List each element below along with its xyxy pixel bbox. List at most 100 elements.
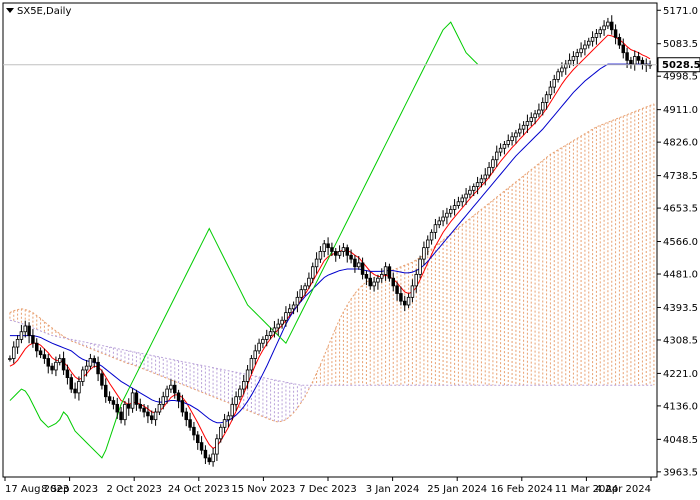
- candle-body: [199, 442, 204, 451]
- candle-body: [514, 132, 518, 138]
- candle-body: [422, 247, 426, 260]
- candle-body: [510, 136, 514, 142]
- candle-body: [479, 178, 484, 184]
- candle-body: [219, 426, 223, 440]
- candle-body: [506, 140, 510, 145]
- candle-body: [253, 350, 257, 359]
- candle-body: [115, 403, 119, 413]
- candle-body: [560, 67, 564, 73]
- candle-body: [395, 285, 399, 294]
- candle-body: [330, 247, 334, 252]
- candle-body: [142, 407, 146, 413]
- candle-body: [487, 166, 491, 176]
- candle-body: [169, 384, 173, 390]
- y-tick-label: 4136.0: [663, 401, 698, 412]
- candle-body: [157, 403, 162, 413]
- candle-body: [579, 48, 583, 54]
- candle-body: [96, 361, 100, 375]
- candle-body: [495, 151, 499, 161]
- candle-body: [629, 59, 633, 65]
- candle-body: [314, 258, 319, 268]
- candle-body: [50, 365, 54, 371]
- candle-body: [119, 411, 123, 421]
- x-tick-label: 24 Oct 2023: [168, 484, 230, 495]
- candle-body: [222, 419, 227, 428]
- candle-body: [284, 312, 288, 321]
- candle-body: [180, 400, 185, 413]
- candle-body: [276, 323, 280, 329]
- candle-body: [518, 128, 522, 134]
- y-axis: 5171.0 5083.5 4998.5 4911.0 4826.0 4738.5 4653…: [657, 6, 698, 478]
- candle-body: [318, 251, 323, 260]
- candle-body: [23, 325, 27, 333]
- candle-body: [533, 113, 537, 119]
- candle-body: [449, 209, 453, 214]
- candle-body: [525, 121, 530, 126]
- candle-body: [15, 338, 20, 348]
- candle-body: [127, 403, 131, 409]
- candle-body: [372, 281, 376, 287]
- y-tick-label: 4998.5: [663, 72, 698, 83]
- candle-body: [12, 346, 16, 359]
- candle-body: [360, 262, 365, 275]
- chart-title: SX5E,Daily: [17, 6, 71, 17]
- candle-body: [391, 277, 395, 287]
- candle-body: [341, 247, 346, 252]
- candle-body: [456, 201, 461, 206]
- candle-body: [552, 79, 556, 88]
- candle-body: [8, 358, 12, 360]
- candle-body: [138, 403, 142, 409]
- candle-body: [123, 403, 127, 421]
- candle-body: [42, 354, 47, 359]
- candle-body: [234, 396, 238, 405]
- candle-body: [460, 197, 464, 203]
- candle-body: [134, 392, 139, 405]
- y-tick-label: 4738.5: [663, 171, 698, 182]
- candle-body: [161, 396, 165, 405]
- candle-body: [437, 220, 441, 226]
- candle-body: [567, 59, 572, 65]
- candle-body: [625, 52, 629, 61]
- candle-body: [188, 419, 192, 428]
- candle-body: [548, 86, 553, 96]
- x-tick-label: 25 Jan 2024: [427, 484, 487, 495]
- candle-body: [414, 274, 418, 287]
- candle-body: [452, 205, 457, 210]
- candle-body: [541, 101, 545, 111]
- candle-body: [410, 285, 415, 298]
- y-tick-label: 4481.0: [663, 270, 698, 281]
- candle-body: [529, 117, 533, 122]
- candle-body: [61, 358, 66, 371]
- price-tag-group: 5028.5: [657, 57, 700, 73]
- y-tick-label: 4393.5: [663, 303, 698, 314]
- candle-body: [307, 277, 311, 287]
- x-tick-label: 15 Nov 2023: [231, 484, 295, 495]
- chart-svg: 5171.0 5083.5 4998.5 4911.0 4826.0 4738.5 4653…: [2, 2, 700, 495]
- x-tick-label: 4 Apr 2024: [596, 484, 651, 495]
- candle-body: [491, 159, 495, 168]
- current-price-label: 5028.5: [662, 60, 700, 71]
- chart-container: 5171.0 5083.5 4998.5 4911.0 4826.0 4738.5 4653…: [0, 0, 700, 500]
- candle-body: [610, 21, 614, 31]
- candle-body: [468, 189, 472, 195]
- y-tick-label: 4566.0: [663, 237, 698, 248]
- candle-body: [418, 258, 422, 275]
- candle-body: [445, 212, 449, 218]
- candle-body: [84, 365, 89, 371]
- candle-body: [272, 327, 277, 333]
- candle-body: [606, 21, 610, 27]
- candle-body: [280, 319, 284, 325]
- y-tick-label: 4826.0: [663, 138, 698, 149]
- y-tick-label: 4048.5: [663, 435, 698, 446]
- candle-body: [399, 293, 403, 302]
- x-axis: 17 Aug 20238 Sep 2023 2 Oct 2023 24 Oct 20…: [4, 477, 652, 495]
- candle-body: [107, 396, 112, 401]
- candle-body: [498, 147, 503, 153]
- candle-body: [383, 266, 388, 275]
- candle-body: [146, 411, 150, 417]
- candle-body: [203, 449, 208, 459]
- candle-body: [571, 56, 576, 61]
- candle-body: [261, 338, 265, 344]
- candle-body: [46, 358, 50, 367]
- y-tick-label: 4653.5: [663, 204, 698, 215]
